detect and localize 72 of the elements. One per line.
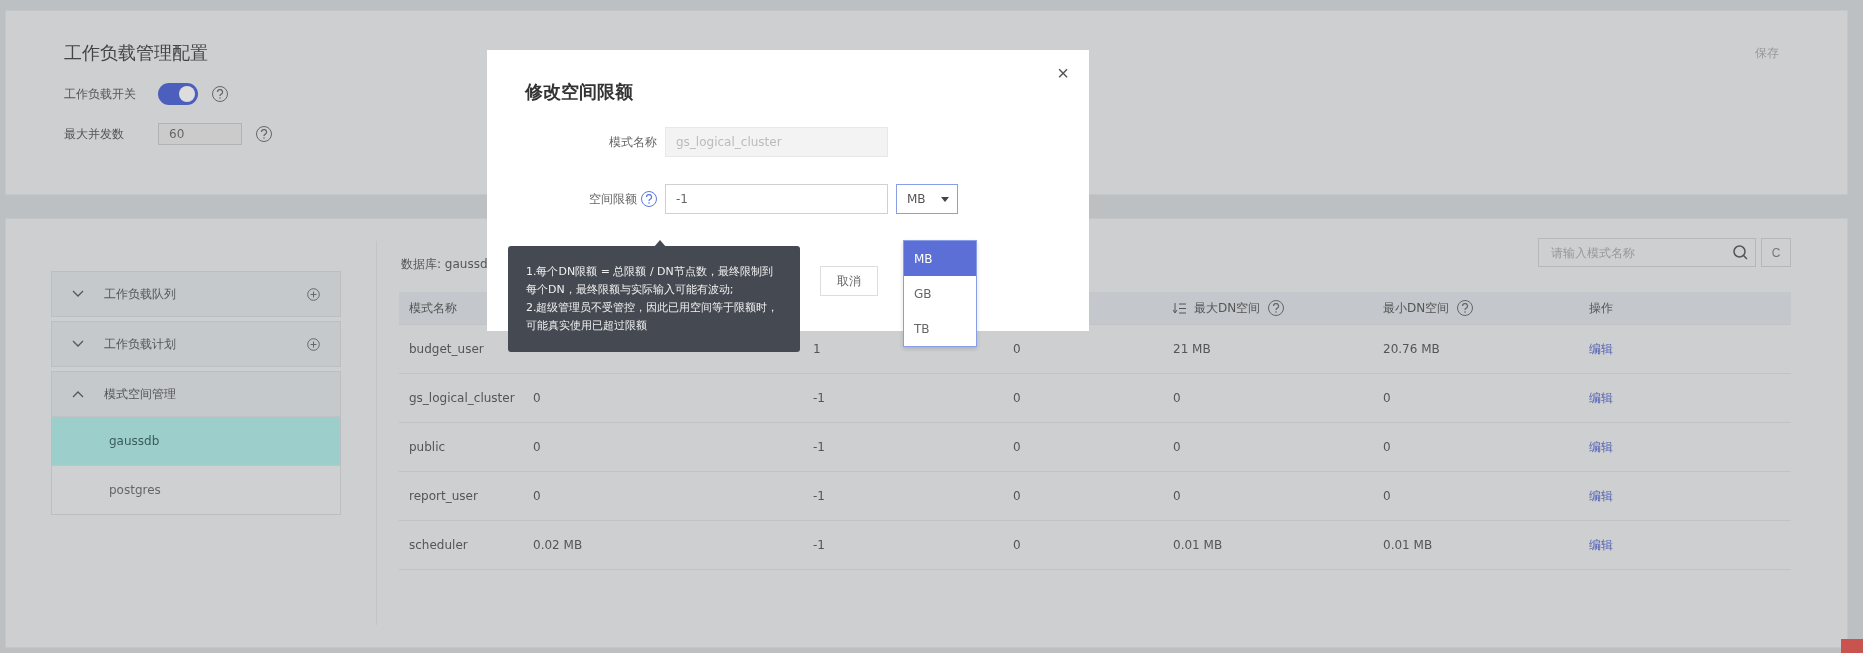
table-cell: gs_logical_cluster	[409, 391, 515, 405]
add-circle-icon[interactable]	[307, 287, 320, 301]
table-cell: 0.02 MB	[533, 538, 583, 552]
group-label: 模式空间管理	[104, 385, 177, 403]
table-cell: -1	[813, 391, 825, 405]
edit-link[interactable]: 编辑	[1589, 487, 1613, 505]
table-cell: 0	[533, 440, 541, 454]
limit-field[interactable]: -1	[665, 184, 888, 214]
edit-link[interactable]: 编辑	[1589, 340, 1613, 358]
table-cell: 0	[1173, 440, 1181, 454]
column-header: 模式名称	[409, 299, 457, 317]
toggle-switch[interactable]	[158, 83, 198, 105]
sort-icon[interactable]	[1173, 302, 1186, 314]
sidebar-item[interactable]: gaussdb	[52, 416, 340, 465]
sidebar-header[interactable]: 工作负载计划	[52, 322, 340, 366]
edit-link[interactable]: 编辑	[1589, 389, 1613, 407]
table-cell: -1	[813, 440, 825, 454]
table-cell: 20.76 MB	[1383, 342, 1440, 356]
edit-link[interactable]: 编辑	[1589, 536, 1613, 554]
sidebar-header[interactable]: 工作负载队列	[52, 272, 340, 316]
table-cell: 0	[533, 489, 541, 503]
table-cell: 0.01 MB	[1173, 538, 1223, 552]
tooltip-text: 1.每个DN限额 = 总限额 / DN节点数，最终限制到每个DN，最终限额与实际输入可能有波动;	[526, 264, 774, 298]
chevron-down-icon[interactable]	[72, 290, 84, 298]
cancel-button[interactable]: 取消	[820, 266, 878, 296]
table-cell: 0	[1013, 391, 1021, 405]
table-cell: 0	[1013, 538, 1021, 552]
table-cell: budget_user	[409, 342, 484, 356]
table-cell: 0	[1173, 391, 1181, 405]
field-label: 模式名称	[609, 133, 657, 151]
group-label: 工作负载队列	[104, 285, 177, 303]
field-label: 最大并发数	[64, 125, 125, 143]
section-title: 工作负载管理配置	[64, 41, 208, 65]
unit-select[interactable]: MB	[896, 184, 958, 214]
search-icon[interactable]	[1733, 245, 1748, 260]
table-cell: 21 MB	[1173, 342, 1211, 356]
table-cell: 0	[1383, 391, 1391, 405]
table-cell: 0	[1013, 440, 1021, 454]
table-cell: 0	[533, 391, 541, 405]
sidebar-item[interactable]: postgres	[52, 465, 340, 514]
table-cell: -1	[813, 489, 825, 503]
table-cell: report_user	[409, 489, 478, 503]
group-label: 工作负载计划	[104, 335, 177, 353]
table-cell: 0.01 MB	[1383, 538, 1433, 552]
tooltip-text: 2.超级管理员不受管控，因此已用空间等于限额时，可能真实使用已超过限额	[526, 300, 780, 334]
add-circle-icon[interactable]	[307, 337, 320, 351]
table-cell: scheduler	[409, 538, 468, 552]
column-header: 最大DN空间	[1194, 299, 1261, 317]
table-cell: 0	[1013, 489, 1021, 503]
table-cell: public	[409, 440, 446, 454]
column-header: 操作	[1589, 299, 1613, 317]
field-label: 空间限额	[589, 190, 637, 208]
table-cell: 0	[1013, 342, 1021, 356]
table-cell: -1	[813, 538, 825, 552]
edit-link[interactable]: 编辑	[1589, 438, 1613, 456]
field-label: 工作负载开关	[64, 85, 137, 103]
sidebar-header[interactable]: 模式空间管理	[52, 372, 340, 416]
dropdown-option[interactable]: GB	[904, 276, 976, 311]
input-field[interactable]: 60	[158, 123, 242, 145]
table-cell: 0	[1383, 440, 1391, 454]
close-button[interactable]: ×	[1057, 62, 1069, 85]
dropdown-option[interactable]: TB	[904, 311, 976, 346]
chevron-up-icon[interactable]	[72, 390, 84, 398]
database-label: 数据库: gaussd	[401, 256, 488, 273]
dropdown-option[interactable]: MB	[904, 241, 976, 276]
refresh-button[interactable]: C	[1761, 238, 1791, 267]
dialog-title: 修改空间限额	[525, 80, 634, 104]
table-cell: 0	[1173, 489, 1181, 503]
table-cell: 0	[1383, 489, 1391, 503]
column-header: 最小DN空间	[1383, 299, 1450, 317]
table-cell: 1	[813, 342, 821, 356]
chevron-down-icon[interactable]	[72, 340, 84, 348]
